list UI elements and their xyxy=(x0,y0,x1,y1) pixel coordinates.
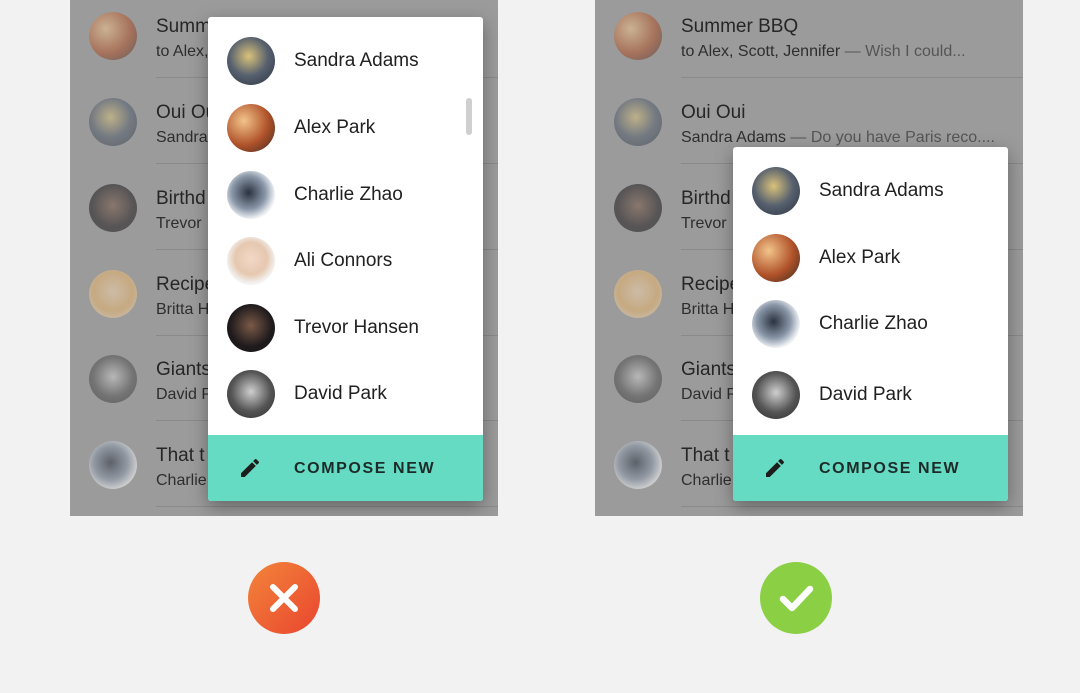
contact-menu: Sandra Adams Alex Park Charlie Zhao Davi… xyxy=(733,147,1008,501)
item-subtitle: to Alex, Scott, Jennifer — Wish I could.… xyxy=(681,43,966,60)
item-title: Oui Oui xyxy=(681,102,746,123)
incorrect-example-panel: Summer BBQto Alex, Scott, Jennifer — Wis… xyxy=(70,0,498,516)
correct-badge xyxy=(760,562,832,634)
item-subtitle: Trevor xyxy=(681,215,727,232)
pencil-icon xyxy=(766,458,785,477)
item-title: Birthd xyxy=(681,188,731,209)
avatar xyxy=(614,12,662,60)
menu-item-label: Alex Park xyxy=(819,247,901,268)
avatar xyxy=(614,355,662,403)
compose-new-button[interactable]: COMPOSE NEW xyxy=(208,435,483,501)
menu-item-sandra-adams[interactable]: Sandra Adams xyxy=(208,28,483,94)
item-title: Birthd xyxy=(156,188,206,209)
avatar xyxy=(227,37,275,85)
close-icon xyxy=(270,584,298,612)
menu-item-label: Charlie Zhao xyxy=(294,184,403,205)
avatar xyxy=(227,104,275,152)
menu-item-ali-connors[interactable]: Ali Connors xyxy=(208,228,483,294)
item-subtitle: Charlie xyxy=(681,472,732,489)
item-subtitle: Sandra Adams — Do you have Paris reco...… xyxy=(681,129,995,146)
avatar xyxy=(614,184,662,232)
divider xyxy=(156,506,498,507)
item-subtitle: Britta H xyxy=(681,301,735,318)
item-subtitle: David P xyxy=(156,386,213,403)
item-subtitle: Charlie xyxy=(156,472,207,489)
avatar xyxy=(89,184,137,232)
menu-item-label: Ali Connors xyxy=(294,250,393,271)
avatar xyxy=(89,12,137,60)
item-subtitle: Britta H xyxy=(156,301,210,318)
avatar xyxy=(752,234,800,282)
menu-item-david-park[interactable]: David Park xyxy=(208,361,483,427)
incorrect-badge xyxy=(248,562,320,634)
pencil-icon xyxy=(241,458,260,477)
menu-item-alex-park[interactable]: Alex Park xyxy=(208,95,483,161)
contact-menu: Sandra Adams Alex Park Charlie Zhao Ali … xyxy=(208,17,483,501)
correct-example-panel: Summer BBQ to Alex, Scott, Jennifer — Wis… xyxy=(595,0,1023,516)
list-item[interactable]: Summer BBQ to Alex, Scott, Jennifer — Wis… xyxy=(595,0,1023,86)
menu-item-charlie-zhao[interactable]: Charlie Zhao xyxy=(208,162,483,228)
compose-label: COMPOSE NEW xyxy=(294,460,436,477)
menu-item-label: Charlie Zhao xyxy=(819,313,928,334)
menu-item-sandra-adams[interactable]: Sandra Adams xyxy=(733,158,1008,224)
item-title: Giants xyxy=(156,359,211,380)
menu-item-label: David Park xyxy=(819,384,912,405)
avatar xyxy=(752,371,800,419)
avatar xyxy=(614,270,662,318)
menu-item-label: Alex Park xyxy=(294,117,376,138)
menu-item-trevor-hansen[interactable]: Trevor Hansen xyxy=(208,295,483,361)
avatar xyxy=(89,270,137,318)
menu-item-label: Sandra Adams xyxy=(294,50,419,71)
item-subtitle: David P xyxy=(681,386,738,403)
avatar xyxy=(614,98,662,146)
item-title: Summer BBQ xyxy=(681,16,799,37)
divider xyxy=(681,506,1023,507)
item-subtitle: Trevor xyxy=(156,215,202,232)
menu-item-label: David Park xyxy=(294,383,387,404)
avatar xyxy=(227,237,275,285)
menu-item-david-park[interactable]: David Park xyxy=(733,362,1008,428)
menu-item-alex-park[interactable]: Alex Park xyxy=(733,225,1008,291)
avatar xyxy=(752,300,800,348)
item-title: Recipe xyxy=(156,274,216,295)
avatar xyxy=(89,355,137,403)
item-title: Recipe xyxy=(681,274,741,295)
avatar xyxy=(89,98,137,146)
menu-item-label: Sandra Adams xyxy=(819,180,944,201)
compose-label: COMPOSE NEW xyxy=(819,460,961,477)
item-title: That t xyxy=(681,445,730,466)
check-icon xyxy=(779,585,814,612)
item-title: Giants xyxy=(681,359,736,380)
divider xyxy=(681,77,1023,78)
scrollbar[interactable] xyxy=(466,98,472,135)
avatar xyxy=(227,171,275,219)
avatar xyxy=(89,441,137,489)
avatar xyxy=(614,441,662,489)
menu-item-charlie-zhao[interactable]: Charlie Zhao xyxy=(733,291,1008,357)
item-title: That t xyxy=(156,445,205,466)
avatar xyxy=(227,370,275,418)
menu-item-label: Trevor Hansen xyxy=(294,317,419,338)
compose-new-button[interactable]: COMPOSE NEW xyxy=(733,435,1008,501)
avatar xyxy=(752,167,800,215)
avatar xyxy=(227,304,275,352)
